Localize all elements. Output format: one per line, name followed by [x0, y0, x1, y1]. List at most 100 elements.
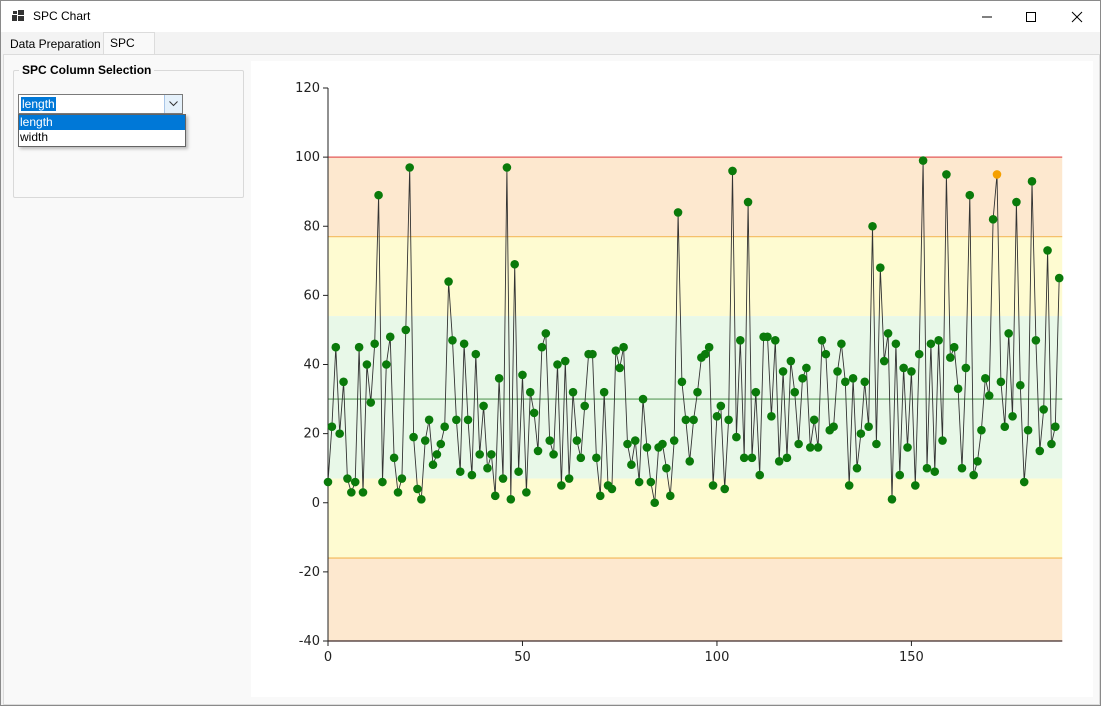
data-point: [533, 446, 543, 456]
data-point: [568, 387, 578, 397]
data-point: [716, 401, 726, 411]
data-point: [658, 439, 667, 449]
data-point: [914, 349, 924, 359]
data-point: [595, 491, 605, 501]
data-point: [817, 336, 827, 345]
y-tick-label: 60: [303, 288, 320, 303]
column-combobox[interactable]: length: [18, 94, 183, 114]
data-point: [860, 377, 870, 387]
tab-strip: Data Preparation SPC: [1, 32, 1100, 55]
data-point: [354, 342, 364, 352]
data-point: [638, 394, 648, 404]
spc-column-selection-group: SPC Column Selection length length width: [13, 63, 244, 198]
data-point: [833, 367, 842, 376]
data-point: [747, 453, 757, 463]
data-point: [899, 363, 908, 373]
y-tick-label: 100: [295, 150, 320, 165]
data-point: [389, 453, 399, 463]
data-point: [475, 450, 484, 459]
combo-selected-value: length: [21, 97, 56, 111]
data-point: [662, 463, 671, 473]
data-point: [677, 377, 687, 387]
data-point: [969, 470, 978, 480]
data-point: [844, 481, 854, 490]
data-point: [790, 387, 800, 397]
data-point: [541, 329, 551, 338]
data-point: [580, 401, 590, 411]
data-point: [366, 398, 376, 407]
data-point: [549, 450, 558, 459]
data-point: [949, 342, 959, 352]
data-point: [961, 363, 971, 373]
data-point: [455, 467, 465, 476]
data-point: [440, 422, 449, 432]
data-point: [459, 339, 469, 349]
data-point: [327, 422, 337, 432]
data-point: [1054, 273, 1064, 283]
data-point: [428, 460, 438, 470]
maximize-icon: [1026, 11, 1036, 22]
spc-tab-page: SPC Column Selection length length width…: [3, 54, 1100, 705]
tab-spc[interactable]: SPC: [103, 32, 155, 55]
data-point: [755, 470, 765, 480]
data-point: [778, 367, 788, 376]
data-point: [673, 208, 683, 217]
group-title: SPC Column Selection: [19, 63, 155, 77]
option-width[interactable]: width: [19, 130, 185, 145]
combo-dropdown-list: length width: [18, 114, 186, 147]
data-point: [786, 356, 796, 366]
data-point: [483, 463, 492, 473]
data-point: [409, 432, 418, 442]
data-point: [794, 439, 803, 449]
title-bar[interactable]: SPC Chart: [1, 1, 1100, 32]
data-point: [323, 477, 333, 487]
data-point: [946, 353, 955, 362]
data-point: [506, 494, 516, 504]
data-point: [522, 488, 531, 497]
tab-data-preparation[interactable]: Data Preparation: [4, 34, 107, 54]
data-point: [895, 470, 905, 480]
x-tick-label: 150: [899, 650, 924, 665]
data-point: [704, 342, 714, 352]
data-point: [965, 190, 975, 200]
data-point: [805, 443, 815, 452]
data-point: [494, 374, 504, 383]
zone-band: [328, 236, 1063, 317]
data-point: [529, 408, 539, 418]
data-point: [385, 332, 395, 342]
data-point: [607, 484, 617, 494]
data-point: [1008, 412, 1017, 421]
data-point: [1043, 246, 1052, 255]
data-point: [463, 415, 473, 425]
combo-dropdown-button[interactable]: [164, 95, 182, 113]
data-point: [802, 363, 811, 373]
data-point: [487, 450, 496, 459]
data-point: [514, 467, 523, 476]
data-point: [382, 360, 391, 369]
data-point: [545, 436, 554, 445]
data-point: [424, 415, 434, 425]
minimize-button[interactable]: [964, 1, 1010, 32]
data-point: [331, 342, 341, 352]
data-point: [452, 415, 461, 425]
data-point: [347, 488, 356, 497]
data-point: [732, 432, 741, 442]
option-length[interactable]: length: [19, 115, 185, 130]
data-point: [413, 484, 422, 494]
data-point: [681, 415, 691, 425]
data-point: [903, 443, 912, 452]
out-of-control-point: [992, 170, 1002, 179]
data-point: [1031, 336, 1041, 345]
data-point: [576, 453, 586, 463]
data-point: [708, 481, 718, 490]
data-point: [479, 401, 488, 411]
data-point: [630, 436, 640, 445]
data-point: [502, 163, 512, 172]
data-point: [693, 387, 702, 397]
close-button[interactable]: [1054, 1, 1100, 32]
maximize-button[interactable]: [1008, 1, 1054, 32]
data-point: [560, 356, 570, 366]
data-point: [350, 477, 360, 487]
data-point: [1039, 405, 1048, 414]
spc-chart-panel: 120 100 80 60 40 20 0 -20 -40 0 50 100 150: [251, 61, 1093, 697]
